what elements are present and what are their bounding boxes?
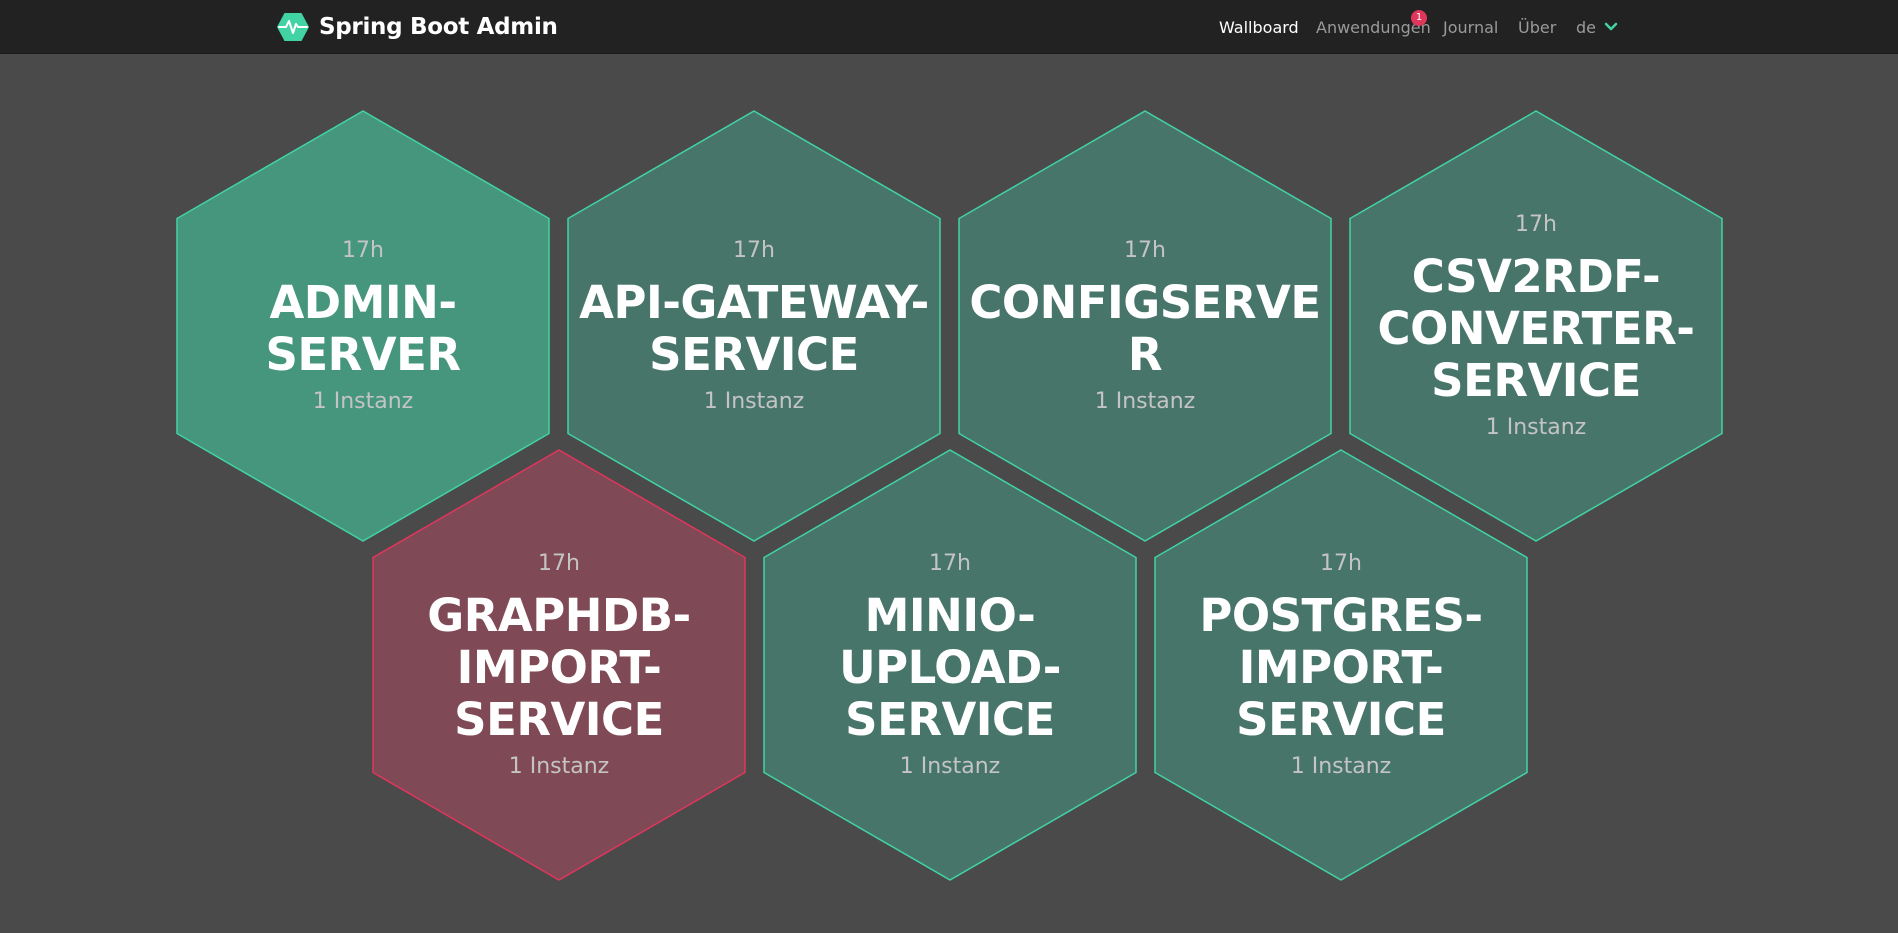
app-instance-count: 1 Instanz: [312, 389, 414, 414]
app-instance-count: 1 Instanz: [703, 389, 805, 414]
application-hex-postgres-import-service[interactable]: 17h POSTGRES- IMPORT- SERVICE 1 Instanz: [1154, 449, 1528, 881]
app-uptime: 17h: [929, 551, 971, 576]
app-uptime: 17h: [733, 238, 775, 263]
brand-home-link[interactable]: Spring Boot Admin: [276, 12, 558, 42]
applications-badge: 1: [1411, 10, 1427, 26]
app-uptime: 17h: [1515, 212, 1557, 237]
app-uptime: 17h: [1124, 238, 1166, 263]
app-name: MINIO-UPLOAD- SERVICE: [839, 589, 1061, 746]
wallboard-grid: 17h ADMIN- SERVER 1 Instanz 17h API-GATE…: [0, 53, 1898, 933]
brand-title: Spring Boot Admin: [319, 14, 558, 40]
nav-wallboard[interactable]: Wallboard: [1219, 18, 1299, 37]
app-instance-count: 1 Instanz: [1485, 415, 1587, 440]
app-name: GRAPHDB- IMPORT- SERVICE: [427, 589, 691, 746]
app-uptime: 17h: [538, 551, 580, 576]
language-selector[interactable]: de: [1576, 18, 1596, 37]
application-hex-graphdb-import-service[interactable]: 17h GRAPHDB- IMPORT- SERVICE 1 Instanz: [372, 449, 746, 881]
app-name: CSV2RDF- CONVERTER- SERVICE: [1377, 250, 1695, 407]
app-name: POSTGRES- IMPORT- SERVICE: [1199, 589, 1483, 746]
nav-about[interactable]: Über: [1518, 18, 1556, 37]
nav-journal[interactable]: Journal: [1443, 18, 1498, 37]
chevron-down-icon[interactable]: [1604, 22, 1618, 32]
app-uptime: 17h: [1320, 551, 1362, 576]
app-instance-count: 1 Instanz: [899, 754, 1001, 779]
app-instance-count: 1 Instanz: [1290, 754, 1392, 779]
app-instance-count: 1 Instanz: [1094, 389, 1196, 414]
app-name: CONFIGSERVER: [969, 276, 1321, 381]
app-uptime: 17h: [342, 238, 384, 263]
application-hex-minio-upload-service[interactable]: 17h MINIO-UPLOAD- SERVICE 1 Instanz: [763, 449, 1137, 881]
app-name: ADMIN- SERVER: [265, 276, 461, 381]
app-name: API-GATEWAY- SERVICE: [579, 276, 929, 381]
heartbeat-hex-icon: [277, 13, 309, 41]
top-navbar: Spring Boot Admin Wallboard Anwendungen …: [0, 0, 1898, 54]
app-instance-count: 1 Instanz: [508, 754, 610, 779]
